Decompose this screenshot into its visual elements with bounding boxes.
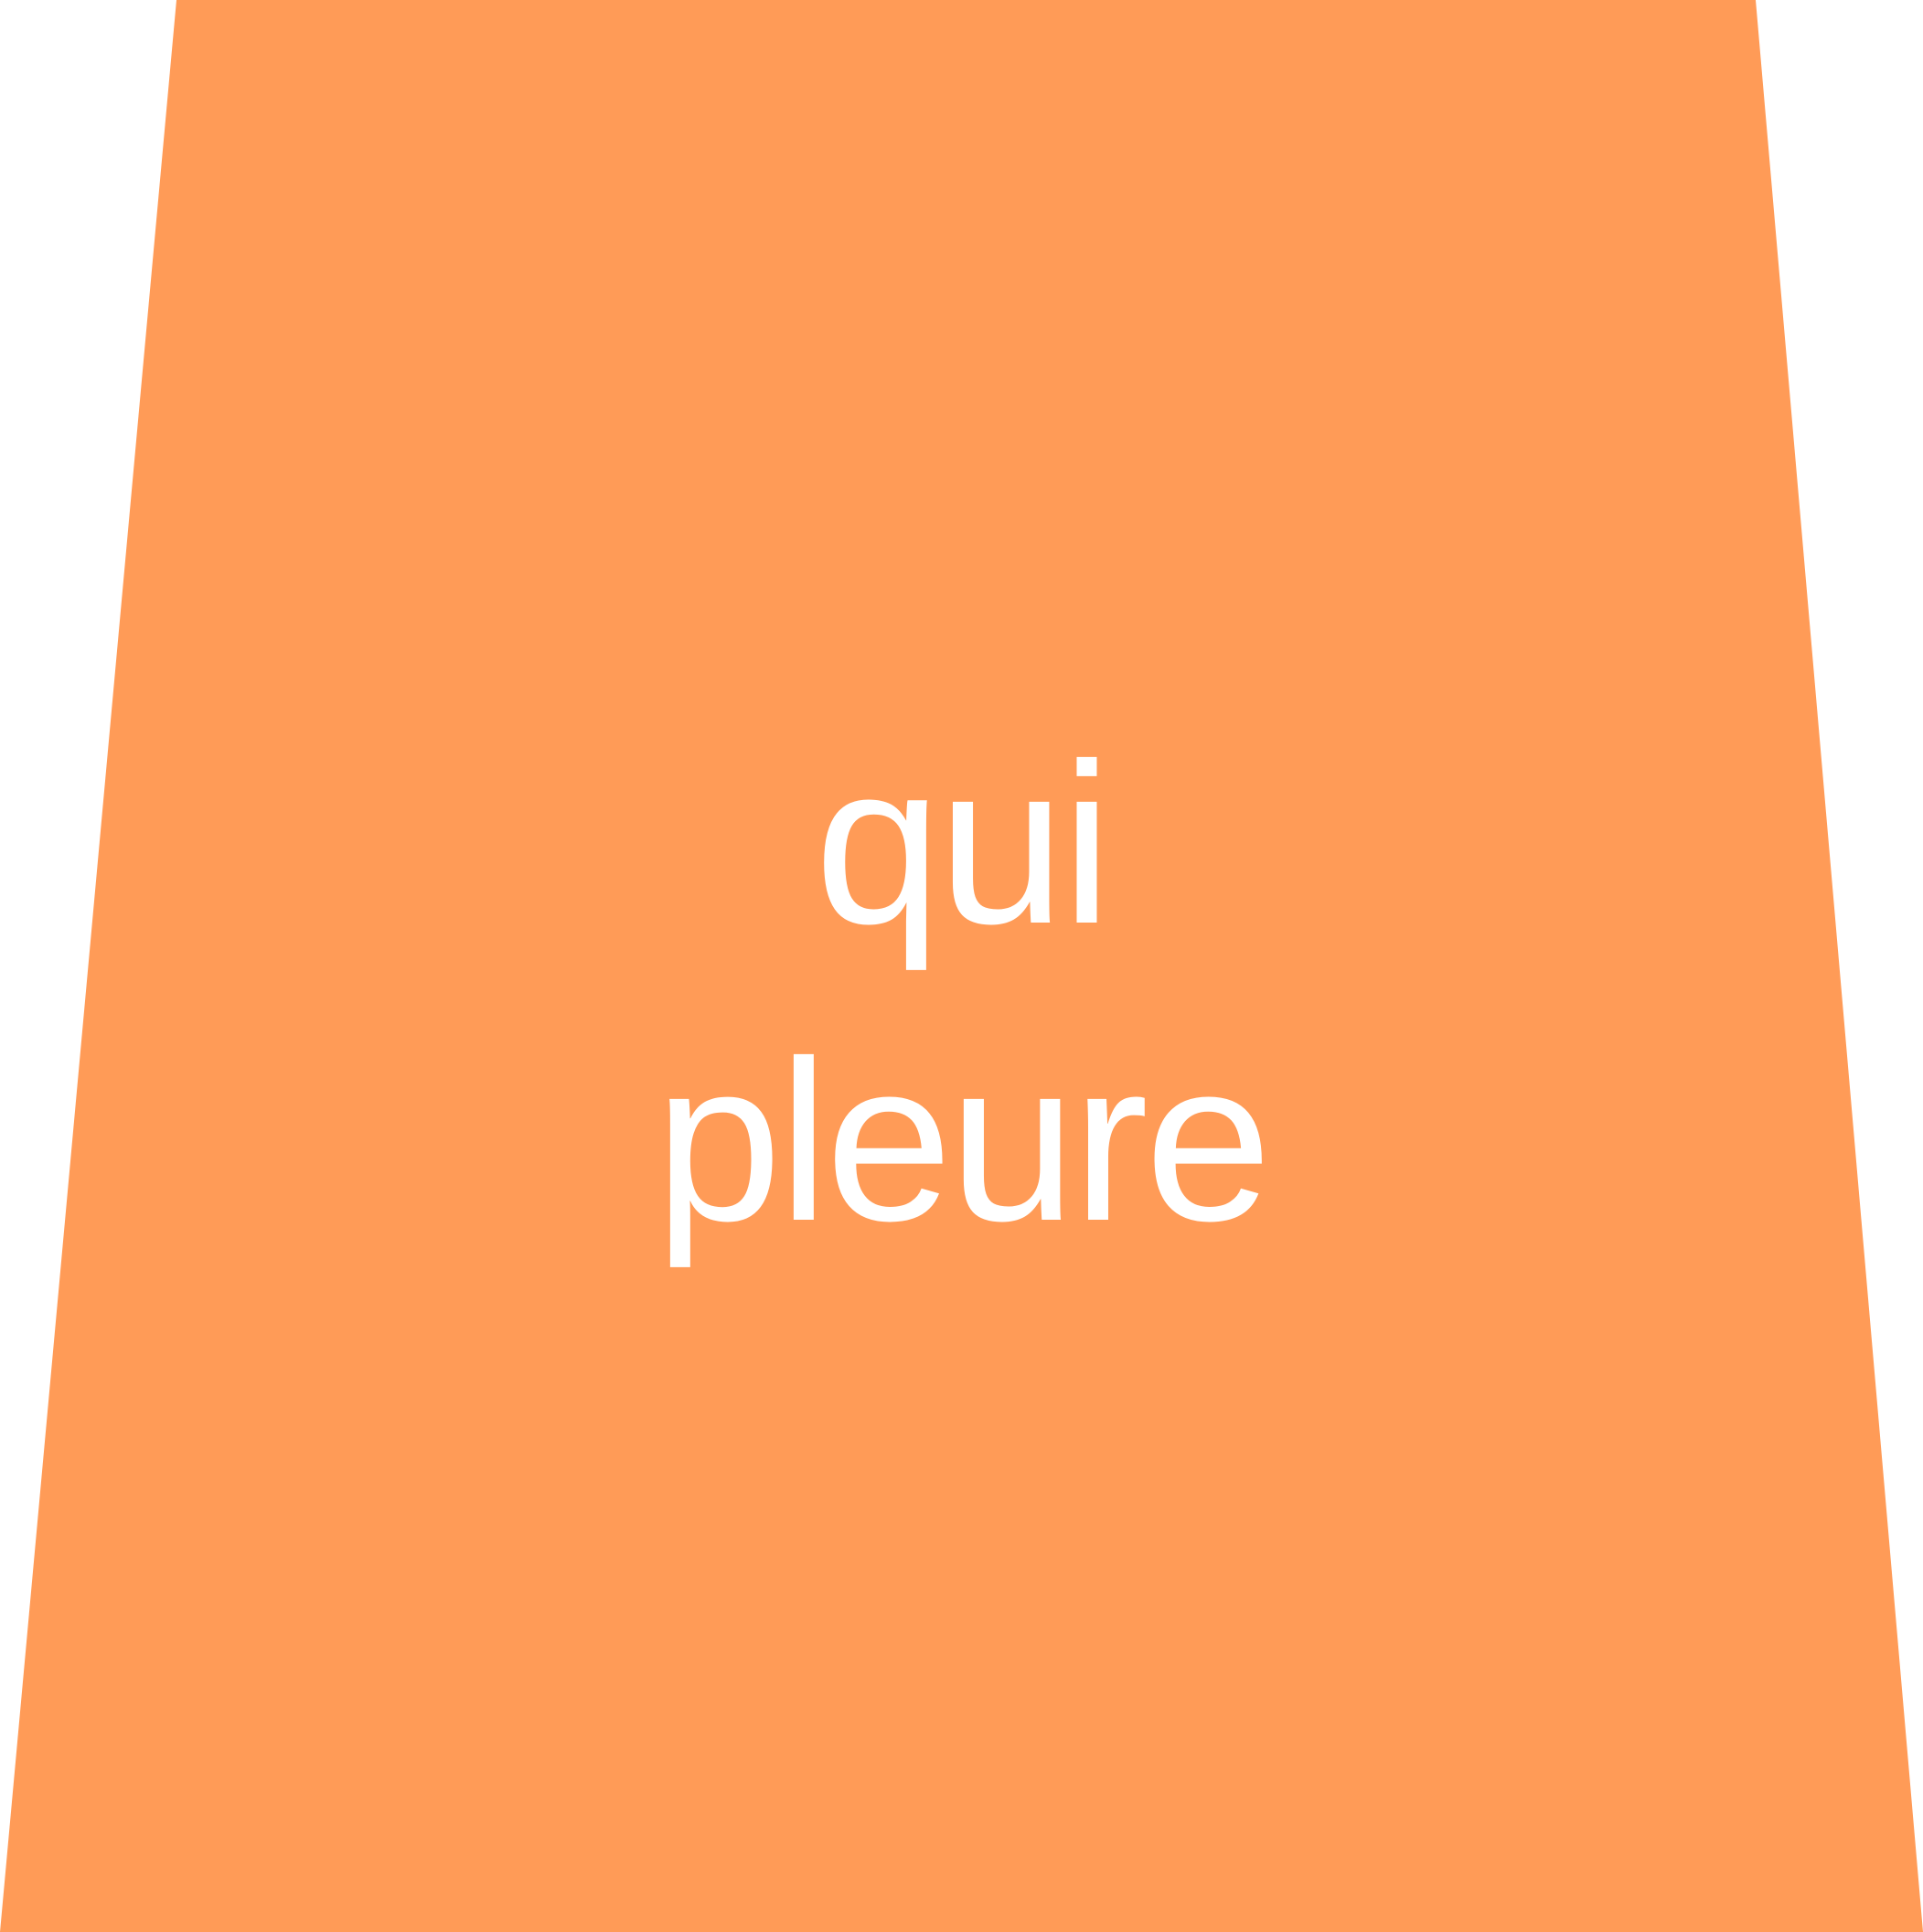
caption-line-1: qui	[814, 716, 1113, 971]
caption-text: qui pleure	[0, 695, 1923, 1289]
caption-line-2: pleure	[655, 1013, 1272, 1268]
